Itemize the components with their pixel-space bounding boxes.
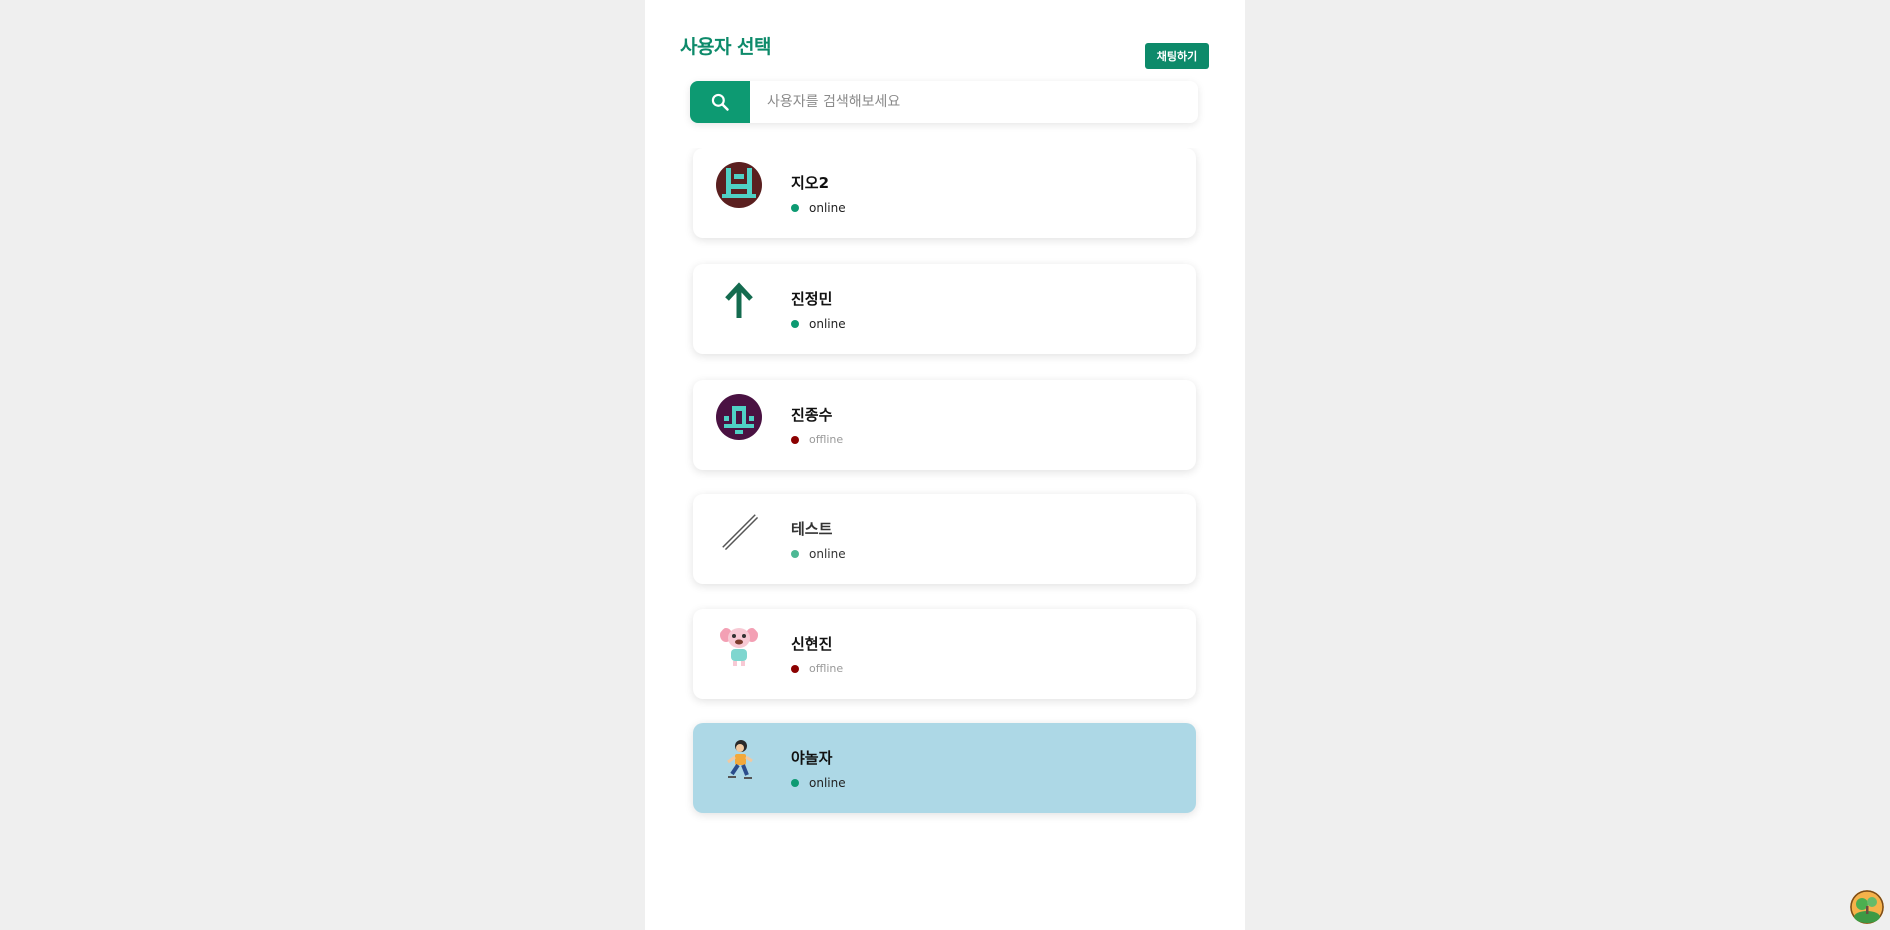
online-dot-icon <box>791 550 799 558</box>
status-indicator: online <box>791 776 846 790</box>
status-indicator: online <box>791 547 846 561</box>
user-name: 지오2 <box>791 174 830 192</box>
running-boy-icon <box>716 737 762 783</box>
start-chat-button[interactable]: 채팅하기 <box>1145 43 1209 69</box>
status-indicator: online <box>791 317 846 331</box>
user-list[interactable]: 지오2 online 진정민 online 진종수 offline 테스트 on… <box>645 148 1245 828</box>
status-text: offline <box>809 662 844 675</box>
pixel-identicon-icon <box>716 394 762 440</box>
status-text: online <box>809 547 846 561</box>
search-button[interactable] <box>690 81 750 123</box>
status-indicator: offline <box>791 433 843 446</box>
user-name: 테스트 <box>791 520 833 538</box>
online-dot-icon <box>791 204 799 212</box>
online-dot-icon <box>791 779 799 787</box>
offline-dot-icon <box>791 664 799 673</box>
user-card[interactable]: 진종수 offline <box>693 380 1196 470</box>
user-card[interactable]: 진정민 online <box>693 264 1196 354</box>
up-arrow-icon <box>716 278 762 324</box>
status-text: online <box>809 317 846 331</box>
status-indicator: online <box>791 201 846 215</box>
user-name: 신현진 <box>791 635 833 653</box>
search-bar <box>690 81 1198 123</box>
page-title: 사용자 선택 <box>680 36 772 58</box>
dog-character-icon <box>716 623 762 669</box>
user-name: 진정민 <box>791 290 833 308</box>
user-select-panel: 사용자 선택 채팅하기 지오2 <box>645 0 1245 930</box>
user-name: 야놀자 <box>791 749 833 767</box>
status-text: offline <box>809 433 844 446</box>
user-card[interactable]: 신현진 offline <box>693 609 1196 699</box>
search-input[interactable] <box>750 81 1198 123</box>
offline-dot-icon <box>791 435 799 444</box>
user-card-selected[interactable]: 야놀자 online <box>693 723 1196 813</box>
status-text: online <box>809 776 846 790</box>
status-text: online <box>809 201 846 215</box>
pixel-identicon-icon <box>716 162 762 208</box>
diagonal-lines-icon <box>716 508 762 554</box>
search-icon <box>711 93 729 111</box>
user-name: 진종수 <box>791 406 833 424</box>
online-dot-icon <box>791 320 799 328</box>
user-card[interactable]: 지오2 online <box>693 148 1196 238</box>
user-card[interactable]: 테스트 online <box>693 494 1196 584</box>
status-indicator: offline <box>791 662 843 675</box>
floating-game-icon[interactable] <box>1850 890 1884 924</box>
